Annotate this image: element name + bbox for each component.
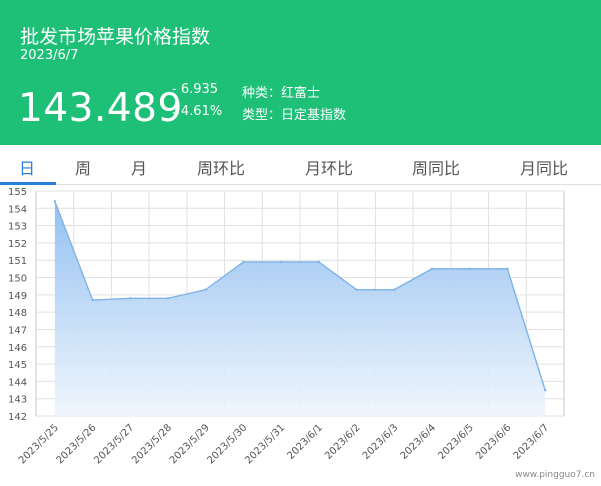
x-tick-label: 2023/5/25 (17, 422, 61, 466)
y-tick-label: 145 (8, 360, 27, 371)
x-tick-label: 2023/5/27 (92, 422, 136, 466)
x-tick-label: 2023/6/2 (323, 422, 363, 462)
y-tick-label: 144 (8, 377, 27, 388)
data-point (242, 260, 245, 264)
data-point (468, 267, 471, 271)
y-tick-label: 155 (8, 187, 27, 198)
change-percent: ↓4.61% (170, 104, 223, 119)
y-tick-label: 150 (8, 274, 27, 285)
tab-week-mom[interactable]: 周环比 (197, 155, 245, 179)
x-tick-label: 2023/5/26 (55, 422, 99, 466)
data-point (506, 267, 509, 271)
index-header: 批发市场苹果价格指数 2023/6/7 143.489 - 6.935 ↓4.6… (0, 0, 601, 145)
x-tick-label: 2023/6/5 (436, 422, 476, 462)
tab-day[interactable]: 日 (19, 155, 35, 179)
page-title: 批发市场苹果价格指数 (20, 26, 211, 48)
x-tick-label: 2023/6/3 (361, 422, 401, 462)
tab-month[interactable]: 月 (131, 155, 147, 179)
watermark: www.pingguo7.cn (515, 470, 595, 480)
data-point (204, 288, 207, 291)
data-point (543, 389, 547, 392)
data-point (355, 288, 358, 291)
x-tick-label: 2023/6/7 (512, 422, 552, 462)
y-tick-label: 154 (8, 204, 27, 215)
tab-month-yoy[interactable]: 月同比 (520, 155, 568, 179)
data-point (166, 297, 170, 300)
index-date: 2023/6/7 (20, 48, 79, 63)
x-tick-label: 2023/6/6 (474, 422, 514, 462)
x-tick-label: 2023/6/4 (399, 422, 439, 462)
y-tick-label: 151 (8, 256, 27, 267)
tab-week[interactable]: 周 (75, 155, 91, 179)
active-tab-indicator (0, 182, 56, 185)
tab-week-yoy[interactable]: 周同比 (412, 155, 460, 179)
data-point (129, 297, 132, 300)
x-tick-label: 2023/5/30 (206, 422, 250, 466)
data-point (53, 200, 57, 203)
y-tick-label: 149 (8, 291, 27, 302)
data-point (91, 298, 94, 302)
data-point (393, 288, 396, 291)
x-tick-label: 2023/6/1 (285, 422, 325, 462)
x-tick-label: 2023/5/31 (243, 422, 287, 466)
index-value: 143.489 (18, 86, 183, 131)
price-index-chart: 142 143 144 145 146 147 148 149 150 151 152 153 154 1… (8, 187, 565, 466)
y-tick-label: 153 (8, 222, 27, 233)
data-point (317, 260, 321, 264)
period-tabs: 日 周 月 周环比 月环比 周同比 月同比 (0, 145, 601, 185)
variety-label: 种类：红富士 (242, 86, 321, 101)
x-tick-label: 2023/5/29 (168, 422, 212, 466)
y-tick-label: 152 (8, 239, 27, 250)
x-tick-label: 2023/5/28 (130, 422, 174, 466)
tab-month-mom[interactable]: 月环比 (305, 155, 353, 179)
y-tick-label: 147 (8, 325, 27, 336)
y-tick-label: 142 (8, 412, 27, 423)
y-tick-label: 148 (8, 308, 27, 319)
data-point (430, 267, 434, 271)
type-label: 类型：日定基指数 (242, 108, 347, 123)
change-value: - 6.935 (172, 82, 219, 97)
data-point (279, 260, 283, 264)
y-tick-label: 143 (8, 395, 27, 406)
y-tick-label: 146 (8, 343, 27, 354)
